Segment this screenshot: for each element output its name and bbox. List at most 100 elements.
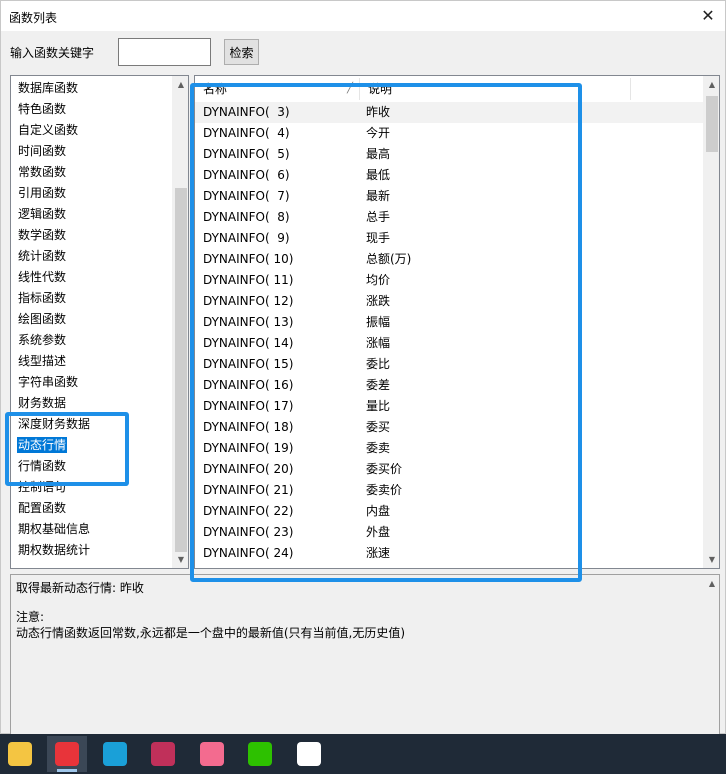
category-item[interactable]: 数据库函数 — [11, 78, 173, 99]
table-row[interactable]: DYNAINFO( 9) 现手 — [195, 228, 704, 249]
function-name-cell: DYNAINFO( 4) — [203, 126, 290, 140]
edge-browser-icon[interactable] — [95, 736, 135, 772]
scroll-thumb[interactable] — [706, 96, 718, 152]
category-item[interactable]: 统计函数 — [11, 246, 173, 267]
category-item[interactable]: 逻辑函数 — [11, 204, 173, 225]
category-item[interactable]: 常数函数 — [11, 162, 173, 183]
search-button[interactable]: 检索 — [224, 39, 259, 65]
table-row[interactable]: DYNAINFO( 24) 涨速 — [195, 543, 704, 564]
category-item[interactable]: 控制语句 — [11, 477, 173, 498]
category-item[interactable]: 线性代数 — [11, 267, 173, 288]
table-row[interactable]: DYNAINFO( 6) 最低 — [195, 165, 704, 186]
category-item[interactable]: 数学函数 — [11, 225, 173, 246]
stock-app-icon[interactable] — [47, 736, 87, 772]
close-icon[interactable]: ✕ — [699, 7, 717, 25]
scroll-down-icon[interactable]: ▼ — [704, 551, 719, 568]
category-item[interactable]: 期权数据统计 — [11, 540, 173, 561]
table-row[interactable]: DYNAINFO( 14) 涨幅 — [195, 333, 704, 354]
function-description-cell: 现手 — [366, 231, 391, 245]
bilibili-icon-glyph — [200, 742, 224, 766]
category-item-label: 绘图函数 — [18, 312, 67, 326]
table-row[interactable]: DYNAINFO( 21) 委卖价 — [195, 480, 704, 501]
window-title: 函数列表 — [9, 11, 58, 25]
function-description-cell: 量比 — [366, 399, 391, 413]
table-row[interactable]: DYNAINFO( 19) 委卖 — [195, 438, 704, 459]
function-description-cell: 涨跌 — [366, 294, 391, 308]
table-row[interactable]: DYNAINFO( 20) 委买价 — [195, 459, 704, 480]
function-description-cell: 总额(万) — [366, 252, 412, 266]
search-input[interactable] — [118, 38, 211, 66]
taskbar — [0, 734, 726, 774]
table-row[interactable]: DYNAINFO( 13) 振幅 — [195, 312, 704, 333]
category-item[interactable]: 指标函数 — [11, 288, 173, 309]
category-item-label: 数学函数 — [18, 228, 67, 242]
file-explorer-icon[interactable] — [0, 736, 40, 772]
function-name-cell: DYNAINFO( 9) — [203, 231, 290, 245]
category-item-label: 动态行情 — [17, 437, 68, 453]
category-item[interactable]: 系统参数 — [11, 330, 173, 351]
category-item-label: 逻辑函数 — [18, 207, 67, 221]
category-item-label: 系统参数 — [18, 333, 67, 347]
table-row[interactable]: DYNAINFO( 10) 总额(万) — [195, 249, 704, 270]
table-row[interactable]: DYNAINFO( 17) 量比 — [195, 396, 704, 417]
function-name-cell: DYNAINFO( 8) — [203, 210, 290, 224]
table-row[interactable]: DYNAINFO( 23) 外盘 — [195, 522, 704, 543]
table-row[interactable]: DYNAINFO( 7) 最新 — [195, 186, 704, 207]
scroll-up-icon[interactable]: ▲ — [704, 575, 719, 592]
table-row[interactable]: DYNAINFO( 16) 委差 — [195, 375, 704, 396]
column-header-extra[interactable] — [631, 78, 704, 100]
category-scrollbar[interactable]: ▲ ▼ — [172, 76, 188, 568]
description-note-text: 动态行情函数返回常数,永远都是一个盘中的最新值(只有当前值,无历史值) — [16, 626, 405, 640]
rider-ide-icon[interactable] — [143, 736, 183, 772]
category-item[interactable]: 线型描述 — [11, 351, 173, 372]
table-scrollbar[interactable]: ▲ ▼ — [703, 76, 719, 568]
table-row[interactable]: DYNAINFO( 3) 昨收 — [195, 102, 704, 123]
rider-ide-icon-glyph — [151, 742, 175, 766]
qq-icon[interactable] — [289, 736, 329, 772]
scroll-up-icon[interactable]: ▲ — [173, 76, 188, 93]
category-item[interactable]: 引用函数 — [11, 183, 173, 204]
function-description-cell: 昨收 — [366, 105, 391, 119]
column-header-name[interactable]: 名称 ╱ — [195, 78, 360, 100]
function-description-cell: 最低 — [366, 168, 391, 182]
category-item[interactable]: 行情函数 — [11, 456, 173, 477]
table-header: 名称 ╱ 说明 — [195, 78, 704, 100]
column-header-description[interactable]: 说明 — [360, 78, 631, 100]
table-row[interactable]: DYNAINFO( 4) 今开 — [195, 123, 704, 144]
table-row[interactable]: DYNAINFO( 8) 总手 — [195, 207, 704, 228]
category-item-label: 自定义函数 — [18, 123, 79, 137]
category-item-label: 财务数据 — [18, 396, 67, 410]
category-item[interactable]: 绘图函数 — [11, 309, 173, 330]
table-row[interactable]: DYNAINFO( 5) 最高 — [195, 144, 704, 165]
category-item-label: 配置函数 — [18, 501, 67, 515]
category-item[interactable]: 财务数据 — [11, 393, 173, 414]
category-item[interactable]: 配置函数 — [11, 498, 173, 519]
function-description-cell: 外盘 — [366, 525, 391, 539]
category-item[interactable]: 时间函数 — [11, 141, 173, 162]
function-name-cell: DYNAINFO( 18) — [203, 420, 294, 434]
table-row[interactable]: DYNAINFO( 18) 委买 — [195, 417, 704, 438]
table-row[interactable]: DYNAINFO( 15) 委比 — [195, 354, 704, 375]
scroll-down-icon[interactable]: ▼ — [173, 551, 188, 568]
category-item[interactable]: 期权基础信息 — [11, 519, 173, 540]
table-row[interactable]: DYNAINFO( 12) 涨跌 — [195, 291, 704, 312]
scroll-thumb[interactable] — [175, 188, 187, 552]
function-description-cell: 均价 — [366, 273, 391, 287]
category-item[interactable]: 动态行情 — [11, 435, 173, 456]
category-item[interactable]: 深度财务数据 — [11, 414, 173, 435]
scroll-up-icon[interactable]: ▲ — [704, 76, 719, 93]
wechat-icon[interactable] — [240, 736, 280, 772]
function-name-cell: DYNAINFO( 23) — [203, 525, 294, 539]
bilibili-icon[interactable] — [192, 736, 232, 772]
category-item[interactable]: 特色函数 — [11, 99, 173, 120]
function-name-cell: DYNAINFO( 15) — [203, 357, 294, 371]
category-item-label: 行情函数 — [18, 459, 67, 473]
function-name-cell: DYNAINFO( 24) — [203, 546, 294, 560]
table-row[interactable]: DYNAINFO( 22) 内盘 — [195, 501, 704, 522]
function-description-cell: 委买价 — [366, 462, 403, 476]
description-scrollbar[interactable]: ▲ — [703, 575, 719, 734]
category-item[interactable]: 自定义函数 — [11, 120, 173, 141]
category-item[interactable]: 字符串函数 — [11, 372, 173, 393]
function-name-cell: DYNAINFO( 13) — [203, 315, 294, 329]
table-row[interactable]: DYNAINFO( 11) 均价 — [195, 270, 704, 291]
